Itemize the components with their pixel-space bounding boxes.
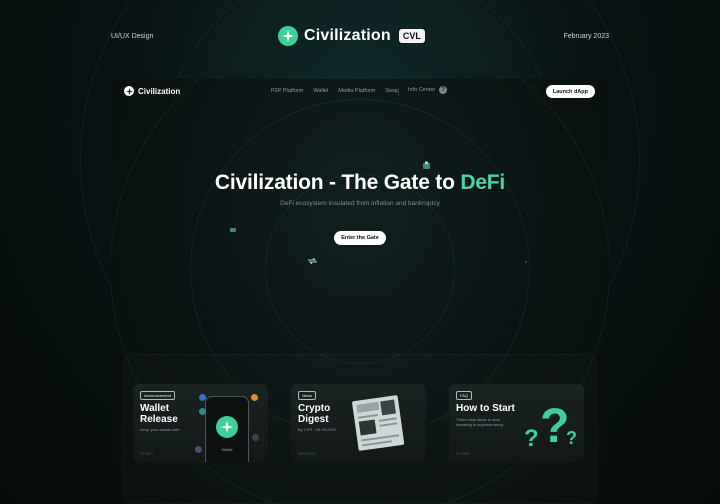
hero-subtitle: DeFi ecosystem insulated from inflation … — [280, 200, 440, 207]
coin-icon — [251, 394, 258, 401]
hero-title: Civilization - The Gate to DeFi — [111, 171, 609, 195]
newspaper-icon — [352, 395, 405, 451]
card-desc: Three easy steps to start investing in c… — [456, 417, 504, 427]
nav-divider — [398, 87, 399, 96]
category-label: UI/UX Design — [111, 33, 154, 40]
user-badge-icon — [423, 161, 430, 169]
svg-text:?: ? — [540, 400, 569, 452]
nav-info-center[interactable]: Info Center ? — [408, 86, 448, 94]
nav-link-wallet[interactable]: Wallet — [313, 88, 328, 94]
phone-label: Wallet — [221, 447, 233, 452]
card-crypto-digest[interactable]: News Crypto Digest By CVR · 28.09.2022 2… — [291, 384, 426, 462]
card-date: 28.09.2022 — [298, 452, 316, 456]
brand-badge: CVL — [398, 29, 425, 43]
coin-icon — [252, 434, 259, 441]
card-icon — [230, 228, 236, 232]
card-date: 02.2023 — [140, 452, 153, 456]
coin-icon — [195, 446, 202, 453]
coin-icon — [199, 394, 206, 401]
date-label: February 2023 — [563, 33, 609, 40]
card-title: How to Start — [456, 403, 515, 414]
info-center-label: Info Center — [408, 87, 436, 93]
hero-title-accent: DeFi — [460, 171, 506, 194]
civilization-star-icon — [216, 416, 238, 438]
nav-link-media-platform[interactable]: Media Platform — [338, 88, 375, 94]
nav-links: P2P Platform Wallet Media Platform Swap — [271, 88, 399, 94]
brand-name: Civilization — [304, 27, 391, 44]
nav-link-p2p-platform[interactable]: P2P Platform — [271, 88, 303, 94]
dot-icon — [525, 261, 527, 263]
card-title: Wallet Release — [140, 403, 178, 425]
phone-mockup: Wallet — [205, 396, 249, 462]
top-nav: Civilization P2P Platform Wallet Media P… — [111, 79, 609, 105]
launch-dapp-button[interactable]: Launch dApp — [545, 85, 595, 98]
card-tag: News — [298, 391, 317, 400]
card-desc: By CVR · 28.09.2022 — [298, 427, 336, 432]
enter-the-gate-button[interactable]: Enter the Gate — [334, 231, 386, 245]
question-icon: ? — [439, 86, 448, 94]
nav-brand-name: Civilization — [138, 86, 181, 96]
app-window: Civilization P2P Platform Wallet Media P… — [111, 79, 609, 504]
card-tag: FAQ — [456, 391, 473, 400]
coin-icon — [199, 408, 206, 415]
card-wallet-release[interactable]: Announcement Wallet Release Keep your as… — [133, 384, 268, 462]
presentation-header: UI/UX Design Civilization CVL February 2… — [0, 24, 720, 52]
card-how-to-start[interactable]: FAQ How to Start Three easy steps to sta… — [449, 384, 584, 462]
nav-brand[interactable]: Civilization — [124, 86, 180, 96]
card-tag: Announcement — [140, 391, 175, 400]
civilization-star-icon — [124, 86, 134, 96]
civilization-star-icon — [278, 26, 298, 46]
presentation-brand: Civilization CVL — [278, 26, 425, 46]
swap-arrows-icon — [308, 258, 317, 264]
svg-text:?: ? — [566, 428, 577, 448]
card-date: 02.2023 — [456, 452, 469, 456]
hero-title-main: Civilization - The Gate to — [214, 171, 461, 194]
svg-text:?: ? — [524, 425, 539, 452]
card-desc: Keep your assets safe — [140, 427, 180, 432]
question-marks-icon: ? ? ? — [524, 400, 577, 452]
